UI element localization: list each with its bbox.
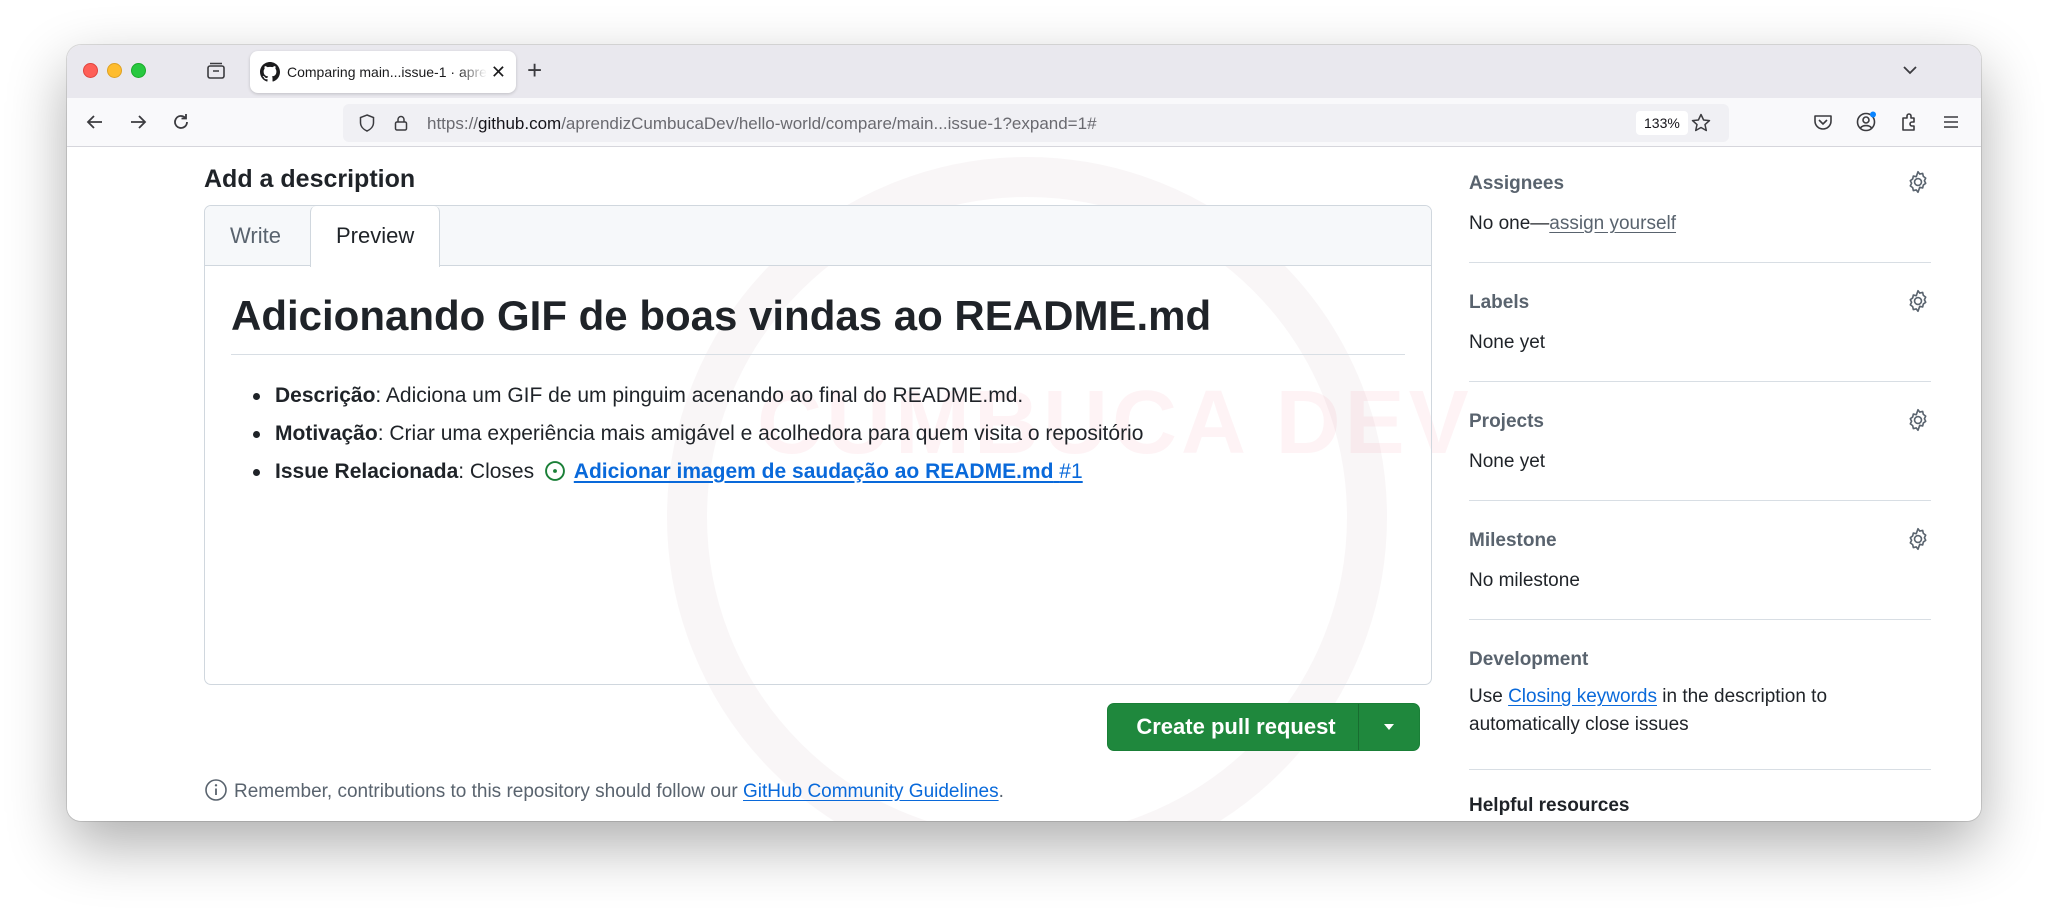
github-icon bbox=[260, 62, 280, 82]
extensions-icon[interactable] bbox=[1897, 110, 1921, 134]
description-editor: Write Preview Adicionando GIF de boas vi… bbox=[204, 205, 1432, 685]
gear-icon[interactable] bbox=[1905, 407, 1931, 433]
tab-preview[interactable]: Preview bbox=[310, 206, 441, 267]
address-bar[interactable]: https://github.com/aprendizCumbucaDev/he… bbox=[343, 104, 1729, 142]
labels-section: Labels None yet bbox=[1469, 289, 1931, 354]
helpful-resources-title: Helpful resources bbox=[1469, 795, 1630, 816]
list-item: Motivação: Criar uma experiência mais am… bbox=[249, 415, 1405, 453]
minimize-window-button[interactable] bbox=[107, 63, 122, 78]
divider bbox=[1469, 500, 1931, 501]
star-icon[interactable] bbox=[1690, 112, 1712, 134]
community-guidelines-link[interactable]: GitHub Community Guidelines bbox=[743, 781, 999, 802]
divider bbox=[1469, 769, 1931, 770]
view-recent-browsing-icon[interactable] bbox=[205, 60, 227, 82]
navigation-toolbar: https://github.com/aprendizCumbucaDev/he… bbox=[67, 98, 1981, 147]
tab-write[interactable]: Write bbox=[205, 206, 306, 267]
list-item: Descrição: Adiciona um GIF de um pinguim… bbox=[249, 377, 1405, 415]
gear-icon[interactable] bbox=[1905, 169, 1931, 195]
labels-title: Labels bbox=[1469, 292, 1530, 313]
contribution-guidelines-note: Remember, contributions to this reposito… bbox=[204, 778, 1004, 803]
development-section: Development Use Closing keywords in the … bbox=[1469, 649, 1931, 739]
create-pull-request-button[interactable]: Create pull request bbox=[1107, 703, 1420, 751]
assignees-value: No one—assign yourself bbox=[1469, 213, 1677, 234]
sidebar: Assignees No one—assign yourself Labels … bbox=[1469, 147, 1931, 821]
gear-icon[interactable] bbox=[1905, 288, 1931, 314]
divider bbox=[1469, 262, 1931, 263]
projects-title: Projects bbox=[1469, 411, 1544, 432]
zoom-level-badge[interactable]: 133% bbox=[1636, 111, 1688, 135]
pull-request-options-dropdown[interactable] bbox=[1359, 722, 1419, 732]
back-arrow-icon[interactable] bbox=[83, 110, 107, 134]
development-title: Development bbox=[1469, 649, 1589, 670]
tab-title: Comparing main...issue-1 · aprendizCumbu… bbox=[287, 64, 487, 80]
markdown-preview: Adicionando GIF de boas vindas ao README… bbox=[231, 292, 1405, 491]
milestone-value: No milestone bbox=[1469, 570, 1580, 591]
closing-keywords-link[interactable]: Closing keywords bbox=[1508, 686, 1657, 707]
triangle-down-icon bbox=[1384, 724, 1394, 730]
forward-arrow-icon[interactable] bbox=[126, 110, 150, 134]
pocket-icon[interactable] bbox=[1811, 110, 1835, 134]
zoom-window-button[interactable] bbox=[131, 63, 146, 78]
lock-icon[interactable] bbox=[391, 113, 411, 133]
browser-tab-active[interactable]: Comparing main...issue-1 · aprendizCumbu… bbox=[250, 51, 516, 93]
gear-icon[interactable] bbox=[1905, 526, 1931, 552]
editor-tabs: Write Preview bbox=[205, 206, 1431, 267]
info-icon bbox=[205, 779, 227, 801]
create-pull-request-label[interactable]: Create pull request bbox=[1108, 714, 1358, 740]
issue-opened-icon bbox=[545, 461, 565, 481]
divider bbox=[1469, 619, 1931, 620]
page-content: CUMBUCA DEV Add a description Write Prev… bbox=[67, 147, 1981, 821]
labels-value: None yet bbox=[1469, 332, 1546, 353]
preview-list: Descrição: Adiciona um GIF de um pinguim… bbox=[231, 377, 1405, 491]
related-issue-link[interactable]: Adicionar imagem de saudação ao README.m… bbox=[574, 460, 1083, 483]
browser-window: Comparing main...issue-1 · aprendizCumbu… bbox=[67, 45, 1981, 821]
projects-section: Projects None yet bbox=[1469, 408, 1931, 473]
new-tab-button[interactable]: + bbox=[527, 57, 542, 83]
list-item: Issue Relacionada: Closes Adicionar imag… bbox=[249, 453, 1405, 491]
reload-icon[interactable] bbox=[169, 110, 193, 134]
milestone-section: Milestone No milestone bbox=[1469, 527, 1931, 592]
milestone-title: Milestone bbox=[1469, 530, 1557, 551]
close-tab-button[interactable]: ✕ bbox=[491, 63, 506, 81]
projects-value: None yet bbox=[1469, 451, 1546, 472]
description-heading: Add a description bbox=[204, 165, 416, 193]
close-window-button[interactable] bbox=[83, 63, 98, 78]
divider bbox=[1469, 381, 1931, 382]
assignees-section: Assignees No one—assign yourself bbox=[1469, 170, 1931, 235]
tab-strip: Comparing main...issue-1 · aprendizCumbu… bbox=[67, 45, 1981, 98]
shield-icon[interactable] bbox=[357, 113, 377, 133]
url-text: https://github.com/aprendizCumbucaDev/he… bbox=[427, 114, 1097, 133]
assign-yourself-link[interactable]: assign yourself bbox=[1549, 213, 1676, 234]
assignees-title: Assignees bbox=[1469, 173, 1565, 194]
account-icon[interactable] bbox=[1854, 110, 1878, 134]
chevron-down-icon[interactable] bbox=[1899, 59, 1921, 81]
development-text: Use Closing keywords in the description … bbox=[1469, 686, 1828, 735]
menu-icon[interactable] bbox=[1939, 110, 1963, 134]
preview-title: Adicionando GIF de boas vindas ao README… bbox=[231, 292, 1405, 355]
